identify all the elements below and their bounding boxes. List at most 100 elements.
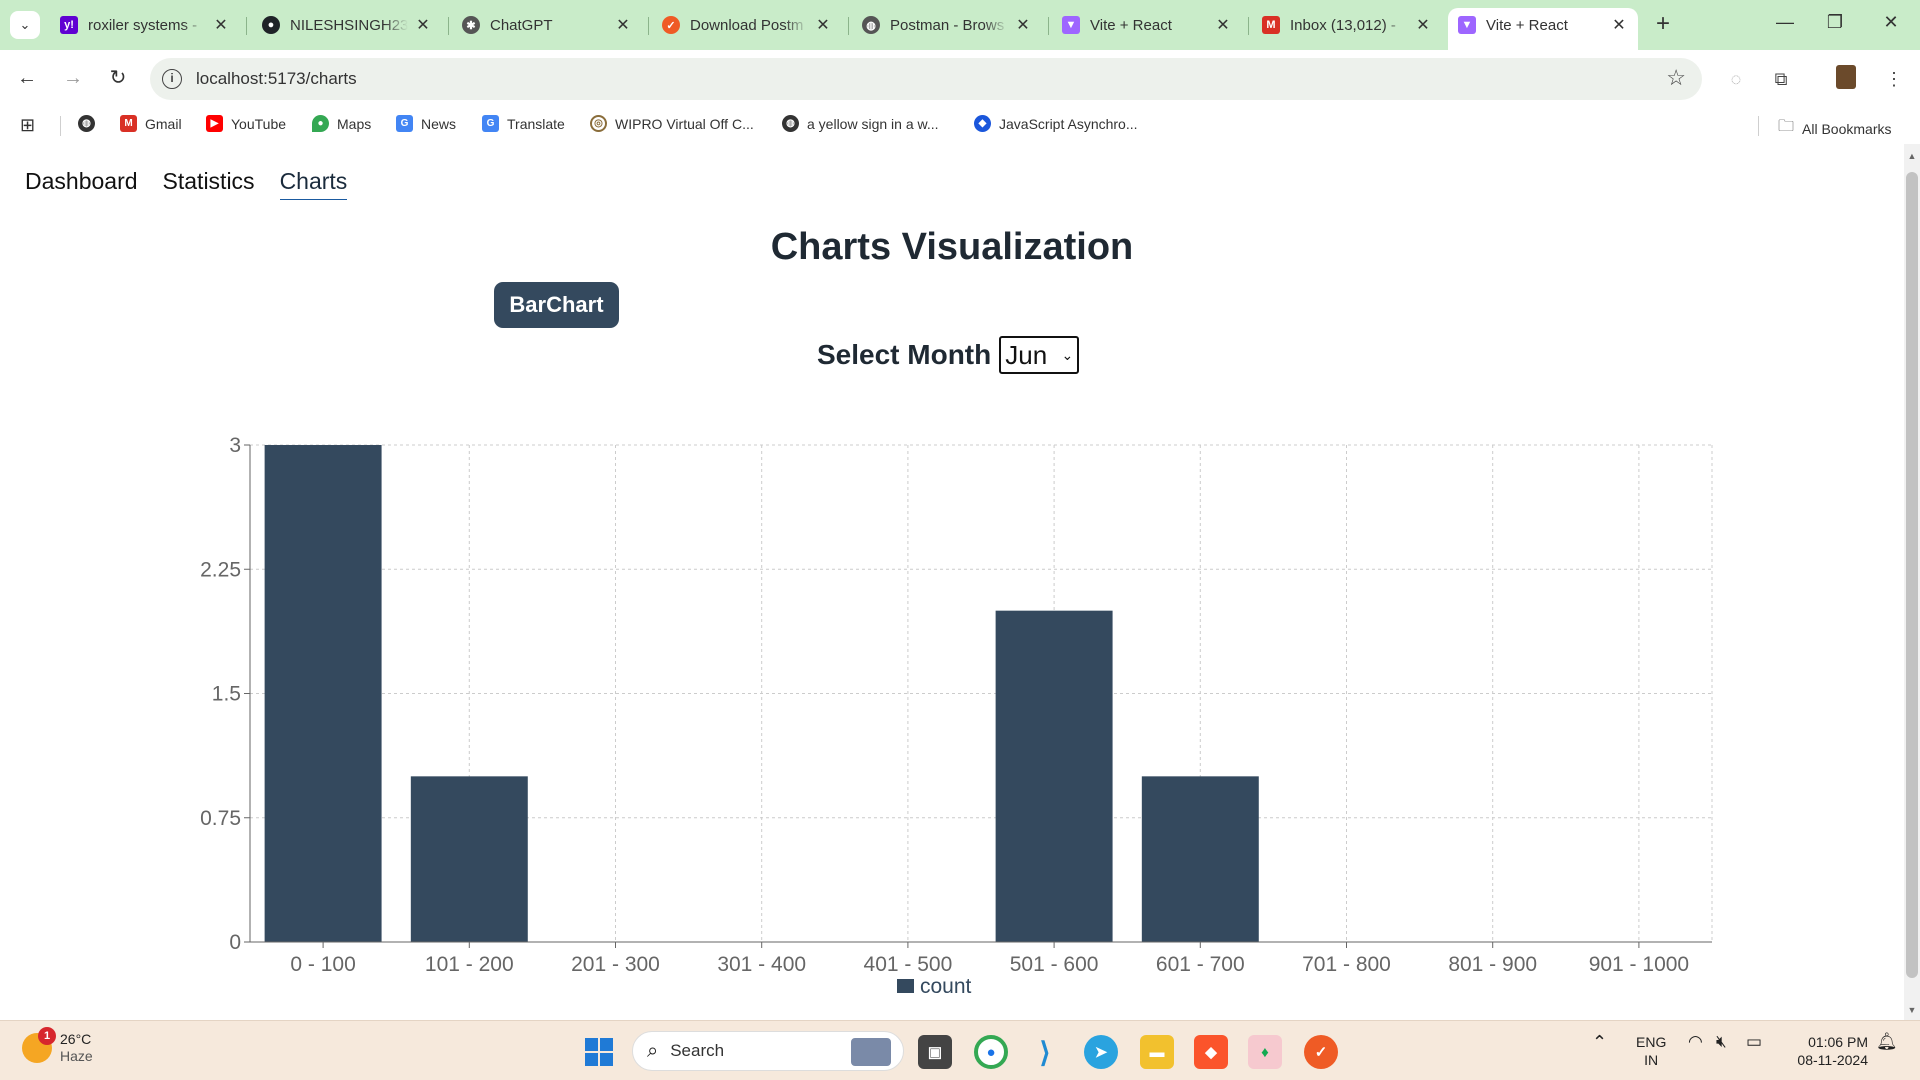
- tab-vite-react[interactable]: ▼ Vite + React ✕: [1052, 8, 1242, 42]
- bookmark-wipro[interactable]: ◎ WIPRO Virtual Off C...: [590, 115, 754, 132]
- tray-overflow-icon[interactable]: ⌃: [1592, 1033, 1607, 1051]
- clock[interactable]: 01:06 PM 08-11-2024: [1782, 1033, 1868, 1069]
- tab-title: Vite + React: [1090, 16, 1172, 34]
- menu-kebab-icon[interactable]: ⋮: [1880, 65, 1908, 93]
- tab-title: Inbox (13,012) -: [1290, 16, 1396, 34]
- weather-widget[interactable]: 1 26°C Haze: [22, 1027, 93, 1065]
- tab-separator: [246, 17, 247, 35]
- page-scrollbar[interactable]: ▲ ▼: [1904, 144, 1920, 1020]
- tab-postman-browser[interactable]: ◍ Postman - Brows ✕: [852, 8, 1042, 42]
- folder-icon: 🗀: [1778, 118, 1795, 135]
- address-bar[interactable]: i localhost:5173/charts ☆: [150, 58, 1702, 100]
- close-icon[interactable]: ✕: [1610, 15, 1628, 35]
- weather-temperature: 26°C: [60, 1031, 92, 1047]
- tab-roxiler[interactable]: y! roxiler systems - ✕: [50, 8, 240, 42]
- chevron-down-icon: ⌄: [19, 17, 31, 32]
- x-tick-label: 401 - 500: [864, 953, 953, 976]
- bookmark-separator: [60, 116, 61, 136]
- bookmark-label: JavaScript Asynchro...: [999, 115, 1138, 132]
- chrome-icon[interactable]: ●: [974, 1035, 1008, 1069]
- battery-icon[interactable]: ▭: [1746, 1033, 1762, 1051]
- clock-time: 01:06 PM: [1808, 1034, 1868, 1050]
- bookmark-news[interactable]: G News: [396, 115, 456, 132]
- tab-title: roxiler systems -: [88, 16, 198, 34]
- close-window-button[interactable]: ✕: [1876, 12, 1906, 33]
- diamond-icon: ◆: [974, 115, 991, 132]
- language-top: ENG: [1636, 1034, 1667, 1050]
- bookmark-yellow-sign[interactable]: ◍ a yellow sign in a w...: [782, 115, 939, 132]
- mongodb-compass-icon[interactable]: ♦: [1248, 1035, 1282, 1069]
- tab-chatgpt[interactable]: ✱ ChatGPT ✕: [452, 8, 642, 42]
- close-icon[interactable]: ✕: [1214, 15, 1232, 35]
- taskbar-search[interactable]: ⌕ Search: [632, 1031, 904, 1071]
- extension-icon[interactable]: ◌: [1722, 65, 1750, 93]
- bookmark-youtube[interactable]: ▶ YouTube: [206, 115, 286, 132]
- globe-icon: ◍: [782, 115, 799, 132]
- back-button[interactable]: ←: [12, 64, 42, 94]
- minimize-icon: —: [1776, 12, 1794, 32]
- volume-muted-icon[interactable]: 🔇︎: [1716, 1033, 1727, 1051]
- close-icon[interactable]: ✕: [1414, 15, 1432, 35]
- all-bookmarks[interactable]: 🗀 All Bookmarks: [1778, 115, 1891, 142]
- x-tick-label: 701 - 800: [1302, 953, 1391, 976]
- tab-separator: [648, 17, 649, 35]
- bookmark-star-icon[interactable]: ☆: [1666, 65, 1686, 91]
- all-bookmarks-label: All Bookmarks: [1802, 120, 1892, 137]
- scrollbar-thumb[interactable]: [1906, 172, 1918, 978]
- file-explorer-icon[interactable]: ▬: [1140, 1035, 1174, 1069]
- tab-vite-react-active[interactable]: ▼ Vite + React ✕: [1448, 8, 1638, 50]
- notification-bell-icon[interactable]: 🔔︎: [1876, 1033, 1898, 1051]
- apps-grid-icon[interactable]: ⊞: [20, 115, 35, 136]
- brave-icon[interactable]: ◆: [1194, 1035, 1228, 1069]
- wifi-icon[interactable]: ◠: [1688, 1033, 1703, 1051]
- language-indicator[interactable]: ENG IN: [1636, 1033, 1666, 1069]
- restore-button[interactable]: ❐: [1820, 12, 1850, 33]
- bookmark-label: YouTube: [231, 115, 287, 132]
- minimize-button[interactable]: —: [1770, 12, 1800, 33]
- bookmark-javascript[interactable]: ◆ JavaScript Asynchro...: [974, 115, 1138, 132]
- scroll-up-icon[interactable]: ▲: [1904, 148, 1920, 164]
- close-icon[interactable]: ✕: [814, 15, 832, 35]
- windows-logo-icon: [585, 1038, 613, 1066]
- search-highlight-image: [851, 1038, 891, 1066]
- reload-button[interactable]: ↻: [103, 64, 133, 94]
- close-icon[interactable]: ✕: [1014, 15, 1032, 35]
- close-icon[interactable]: ✕: [414, 15, 432, 35]
- close-icon: ✕: [1883, 12, 1899, 32]
- bar: [995, 610, 1113, 942]
- bookmark-gmail[interactable]: M Gmail: [120, 115, 182, 132]
- tab-download-postman[interactable]: ✓ Download Postm ✕: [652, 8, 842, 42]
- github-favicon-icon: ●: [262, 16, 280, 34]
- site-info-icon[interactable]: i: [162, 69, 182, 89]
- close-icon[interactable]: ✕: [614, 15, 632, 35]
- close-icon[interactable]: ✕: [212, 15, 230, 35]
- task-view-icon[interactable]: ▣: [918, 1035, 952, 1069]
- x-tick-label: 901 - 1000: [1589, 953, 1689, 976]
- taskbar: 1 26°C Haze ⌕ Search ▣ ● ⟩ ➤ ▬ ◆ ♦ ✓ ⌃ E…: [0, 1020, 1920, 1080]
- scroll-down-icon[interactable]: ▼: [1904, 1002, 1920, 1018]
- avatar[interactable]: [1832, 65, 1860, 93]
- clock-date: 08-11-2024: [1797, 1052, 1868, 1068]
- bookmark-label: Gmail: [145, 115, 182, 132]
- tab-separator: [1048, 17, 1049, 35]
- tab-github[interactable]: ● NILESHSINGH23 ✕: [252, 8, 442, 42]
- puzzle-extensions-icon[interactable]: ⧉: [1767, 65, 1795, 93]
- news-icon: G: [396, 115, 413, 132]
- vscode-icon[interactable]: ⟩: [1028, 1035, 1062, 1069]
- bookmark-globe[interactable]: ◍: [78, 115, 103, 132]
- windows-start-button[interactable]: [582, 1035, 616, 1069]
- bookmark-maps[interactable]: ● Maps: [312, 115, 371, 132]
- tab-gmail-inbox[interactable]: M Inbox (13,012) - ✕: [1252, 8, 1442, 42]
- translate-icon: G: [482, 115, 499, 132]
- x-tick-label: 501 - 600: [1010, 953, 1099, 976]
- bookmark-translate[interactable]: G Translate: [482, 115, 565, 132]
- chatgpt-favicon-icon: ✱: [462, 16, 480, 34]
- new-tab-button[interactable]: +: [1650, 12, 1676, 38]
- bar: [264, 445, 382, 942]
- postman-icon[interactable]: ✓: [1304, 1035, 1338, 1069]
- browser-toolbar: ← → ↻ i localhost:5173/charts ☆ ◌ ⧉ ⋮: [0, 50, 1920, 106]
- url-text[interactable]: localhost:5173/charts: [196, 69, 357, 89]
- telegram-icon[interactable]: ➤: [1084, 1035, 1118, 1069]
- tab-search-button[interactable]: ⌄: [10, 11, 40, 39]
- forward-button[interactable]: →: [58, 64, 88, 94]
